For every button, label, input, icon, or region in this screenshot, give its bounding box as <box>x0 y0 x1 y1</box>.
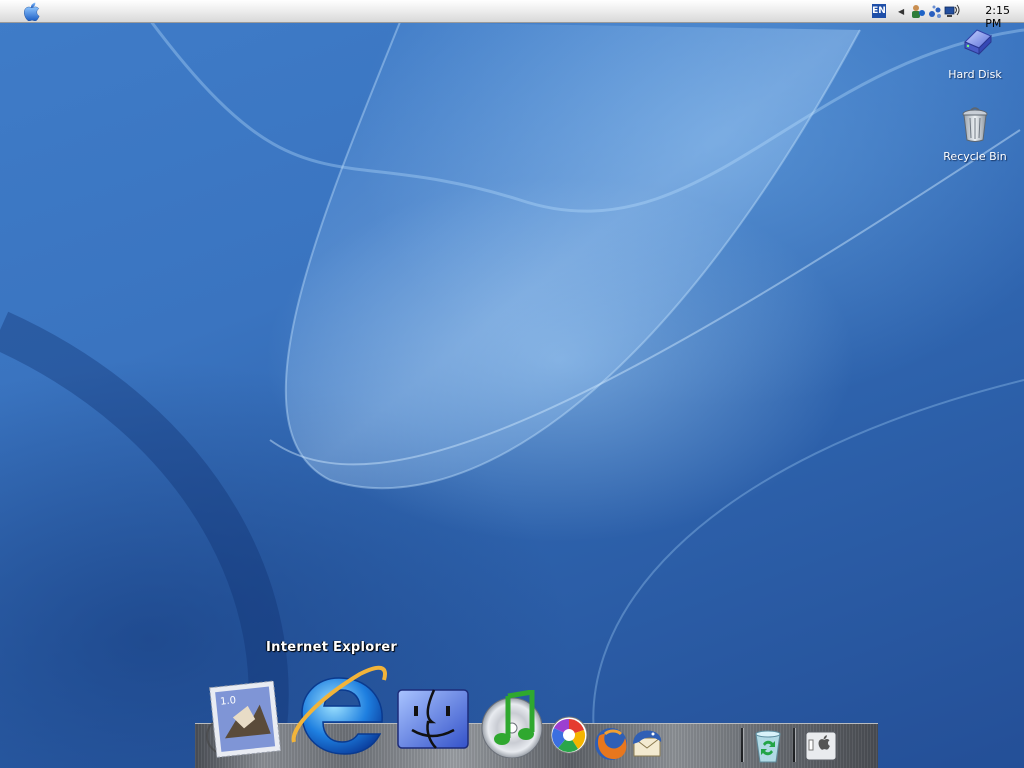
apple-logo-icon[interactable] <box>22 2 40 22</box>
dock-item-thunderbird[interactable] <box>629 726 665 766</box>
recycle-bin-icon <box>935 106 1015 148</box>
picasa-icon <box>550 716 588 758</box>
dock-separator <box>793 728 796 762</box>
desktop-icon-label: Recycle Bin <box>943 150 1007 163</box>
thunderbird-icon <box>629 730 665 766</box>
dock-item-finder[interactable] <box>396 688 470 754</box>
dock-item-itunes[interactable] <box>478 689 546 762</box>
mail-stamp-icon: 1.0 <box>203 680 283 764</box>
language-indicator[interactable]: EN <box>872 4 886 18</box>
dock-tooltip: Internet Explorer <box>266 640 398 655</box>
dock-separator <box>741 728 744 762</box>
finder-icon <box>396 689 470 754</box>
network-connection-icon[interactable] <box>944 4 960 19</box>
firefox-icon <box>593 728 629 766</box>
top-menu-bar: EN ◀ 2:15 PM <box>0 0 1024 30</box>
desktop-icon-recycle-bin[interactable]: Recycle Bin <box>935 106 1015 163</box>
tray-arrow-icon[interactable]: ◀ <box>898 4 904 19</box>
dock-item-internet-explorer[interactable] <box>290 658 388 766</box>
desktop-icon-label: Hard Disk <box>948 68 1002 81</box>
desktop-icon-hard-disk[interactable]: Hard Disk <box>935 26 1015 81</box>
hard-disk-icon <box>935 26 1015 66</box>
dock-item-firefox[interactable] <box>593 726 629 766</box>
user-network-icon[interactable] <box>910 4 926 19</box>
desktop-wallpaper <box>0 0 1024 768</box>
mail-stamp-value: 1.0 <box>220 695 237 708</box>
dock-item-mail[interactable]: 1.0 <box>203 676 283 764</box>
dock-apple-panel-icon <box>804 731 838 766</box>
dock-recycle-bin-icon <box>752 730 784 768</box>
dock-item-picasa[interactable] <box>550 716 588 758</box>
wallpaper-waves <box>0 19 1024 768</box>
bluetooth-icon[interactable] <box>928 4 942 19</box>
internet-explorer-icon <box>290 665 388 766</box>
itunes-icon <box>478 689 546 762</box>
dock-item-apple-panel[interactable] <box>804 730 838 766</box>
dock-item-recycle-bin[interactable] <box>752 730 784 768</box>
